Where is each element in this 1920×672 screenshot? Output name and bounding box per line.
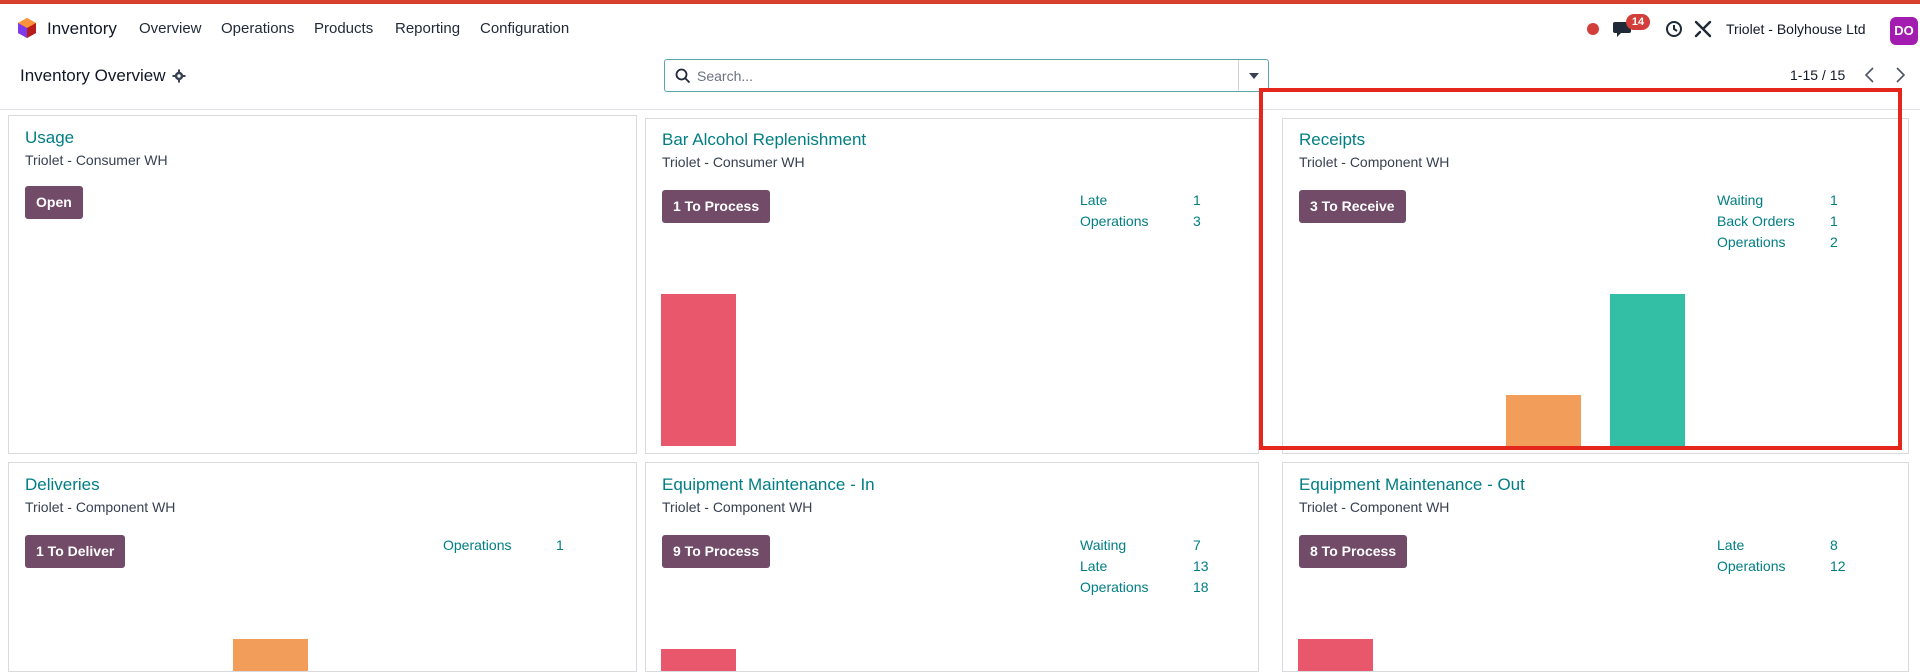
graph-bar-late[interactable]: [1298, 639, 1373, 671]
menu-configuration[interactable]: Configuration: [480, 20, 569, 37]
stat-value-back-orders[interactable]: 1: [1830, 213, 1838, 229]
menu-reporting[interactable]: Reporting: [395, 20, 460, 37]
to-process-button[interactable]: 8 To Process: [1299, 535, 1408, 568]
stat-value-operations[interactable]: 18: [1193, 579, 1209, 595]
menu-overview[interactable]: Overview: [139, 20, 202, 37]
stat-label-waiting[interactable]: Waiting: [1717, 192, 1763, 208]
stat-label-late[interactable]: Late: [1717, 537, 1744, 553]
stat-value-operations[interactable]: 3: [1193, 213, 1201, 229]
card-bar-alcohol-replenishment: Bar Alcohol Replenishment Triolet - Cons…: [645, 118, 1259, 454]
card-title[interactable]: Bar Alcohol Replenishment: [662, 130, 866, 150]
card-deliveries: Deliveries Triolet - Component WH 1 To D…: [8, 462, 637, 672]
graph-bar-late[interactable]: [661, 649, 736, 671]
clock-icon[interactable]: [1665, 20, 1683, 38]
card-usage: Usage Triolet - Consumer WH Open: [8, 115, 637, 454]
search-icon: [675, 68, 691, 84]
stat-label-operations[interactable]: Operations: [1080, 213, 1148, 229]
chevron-left-icon[interactable]: [1862, 66, 1878, 84]
search-options-toggle[interactable]: [1238, 60, 1268, 91]
to-process-button[interactable]: 1 To Process: [662, 190, 771, 223]
card-title[interactable]: Receipts: [1299, 130, 1365, 150]
stat-label-late[interactable]: Late: [1080, 192, 1107, 208]
search-input[interactable]: [697, 64, 1197, 88]
stat-label-back-orders[interactable]: Back Orders: [1717, 213, 1795, 229]
company-switcher[interactable]: Triolet - Bolyhouse Ltd: [1726, 21, 1866, 37]
stat-label-operations[interactable]: Operations: [443, 537, 511, 553]
control-panel: Inventory Overview 1-15 / 15: [0, 50, 1920, 110]
card-title[interactable]: Deliveries: [25, 475, 100, 495]
stat-label-operations[interactable]: Operations: [1080, 579, 1148, 595]
notification-badge: 14: [1626, 14, 1650, 30]
caret-down-icon: [1249, 73, 1259, 79]
card-subtitle: Triolet - Component WH: [1299, 499, 1450, 515]
tools-icon[interactable]: [1694, 20, 1712, 38]
gear-icon[interactable]: [172, 69, 186, 83]
app-logo-icon[interactable]: [16, 17, 38, 39]
card-receipts: Receipts Triolet - Component WH 3 To Rec…: [1282, 118, 1909, 454]
open-button[interactable]: Open: [25, 186, 83, 219]
menu-products[interactable]: Products: [314, 20, 373, 37]
card-title[interactable]: Equipment Maintenance - Out: [1299, 475, 1525, 495]
to-process-button[interactable]: 9 To Process: [662, 535, 771, 568]
navbar: Inventory Overview Operations Products R…: [0, 4, 1920, 50]
page-title: Inventory Overview: [20, 66, 166, 85]
card-subtitle: Triolet - Consumer WH: [662, 154, 805, 170]
stat-value-late[interactable]: 8: [1830, 537, 1838, 553]
graph-bar-waiting[interactable]: [1506, 395, 1581, 446]
card-subtitle: Triolet - Component WH: [1299, 154, 1450, 170]
card-subtitle: Triolet - Consumer WH: [25, 152, 168, 168]
card-subtitle: Triolet - Component WH: [25, 499, 176, 515]
stat-value-operations[interactable]: 1: [556, 537, 564, 553]
graph-bar-future[interactable]: [1610, 294, 1685, 446]
card-title[interactable]: Usage: [25, 128, 74, 148]
stat-label-operations[interactable]: Operations: [1717, 558, 1785, 574]
graph-bar-late[interactable]: [661, 294, 736, 446]
stat-label-late[interactable]: Late: [1080, 558, 1107, 574]
app-name[interactable]: Inventory: [47, 19, 117, 39]
to-receive-button[interactable]: 3 To Receive: [1299, 190, 1406, 223]
stat-label-waiting[interactable]: Waiting: [1080, 537, 1126, 553]
avatar[interactable]: DO: [1890, 17, 1918, 45]
recording-dot-icon[interactable]: [1587, 23, 1599, 35]
menu-operations[interactable]: Operations: [221, 20, 294, 37]
card-equipment-maintenance-out: Equipment Maintenance - Out Triolet - Co…: [1282, 462, 1909, 672]
search-box: [664, 59, 1269, 92]
graph-bar-waiting[interactable]: [233, 639, 308, 671]
card-subtitle: Triolet - Component WH: [662, 499, 813, 515]
card-equipment-maintenance-in: Equipment Maintenance - In Triolet - Com…: [645, 462, 1259, 672]
chevron-right-icon[interactable]: [1892, 66, 1908, 84]
stat-value-operations[interactable]: 2: [1830, 234, 1838, 250]
stat-value-operations[interactable]: 12: [1830, 558, 1846, 574]
stat-value-late[interactable]: 1: [1193, 192, 1201, 208]
pager-value[interactable]: 1-15 / 15: [1790, 67, 1845, 83]
stat-label-operations[interactable]: Operations: [1717, 234, 1785, 250]
card-title[interactable]: Equipment Maintenance - In: [662, 475, 875, 495]
stat-value-waiting[interactable]: 7: [1193, 537, 1201, 553]
stat-value-waiting[interactable]: 1: [1830, 192, 1838, 208]
stat-value-late[interactable]: 13: [1193, 558, 1209, 574]
to-deliver-button[interactable]: 1 To Deliver: [25, 535, 126, 568]
